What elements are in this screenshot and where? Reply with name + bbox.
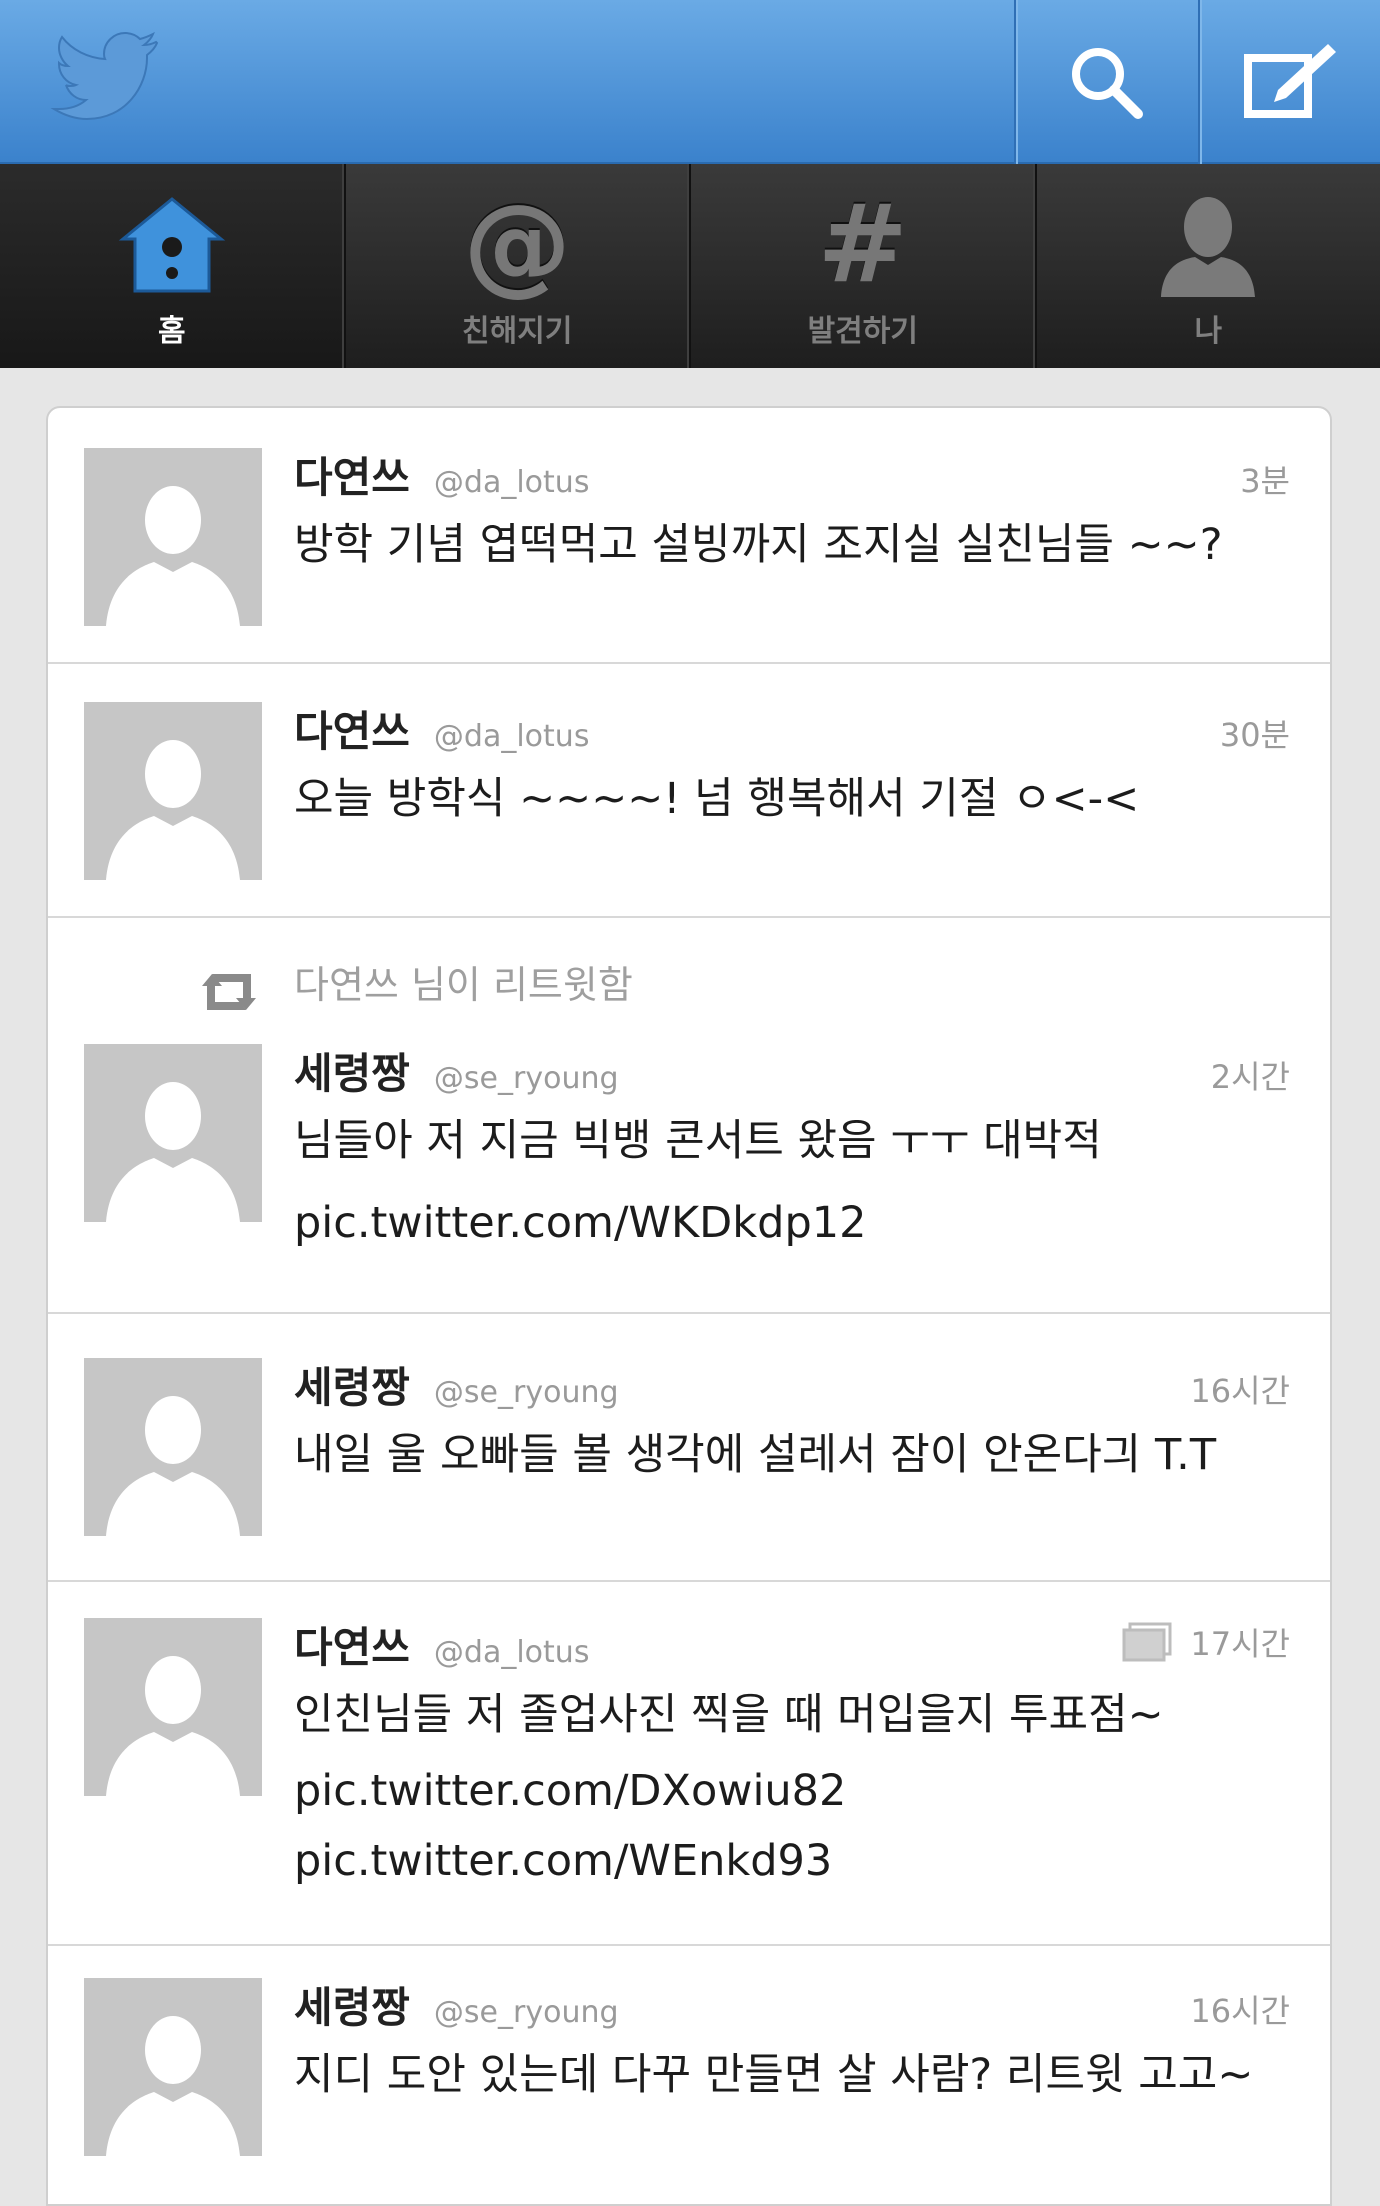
tweet[interactable]: 다연쓰 @da_lotus 17시간 인친님들 저 졸업사진 찍을 때 머입을지… [48,1582,1330,1946]
retweet-icon [198,968,260,1016]
tweet-time: 16시간 [1190,1366,1290,1412]
tweet[interactable]: 세령짱 @se_ryoung 16시간 지디 도안 있는데 다꾸 만들면 살 사… [48,1946,1330,2206]
tweet-author-handle[interactable]: @se_ryoung [434,1995,619,2030]
at-icon: @ [463,190,571,300]
tweet-time-wrap: 17시간 [1122,1619,1290,1665]
timeline: 다연쓰 @da_lotus 3분 방학 기념 엽떡먹고 설빙까지 조지실 실친님… [46,406,1332,2206]
tweet-author-name[interactable]: 다연쓰 [294,698,410,759]
tweet-text: 인친님들 저 졸업사진 찍을 때 머입을지 투표점~ [294,1674,1290,1756]
default-avatar-icon [84,1618,262,1796]
tweet-time: 17시간 [1190,1619,1290,1665]
tweet-retweeted[interactable]: 다연쓰 님이 리트윗함 세령짱 @se_ryoung 2시간 님들아 저 지금 … [48,918,1330,1314]
avatar[interactable] [84,448,262,626]
tab-me-label: 나 [1194,306,1222,350]
tweet-link[interactable]: pic.twitter.com/WEnkd93 [294,1826,1290,1896]
tweet-author-handle[interactable]: @se_ryoung [434,1061,619,1096]
avatar[interactable] [84,702,262,880]
tweet-author-name[interactable]: 세령짱 [294,1354,410,1415]
tweet-author-handle[interactable]: @da_lotus [434,465,590,500]
tweet-author-handle[interactable]: @da_lotus [434,1635,590,1670]
tweet-author-name[interactable]: 다연쓰 [294,1614,410,1675]
tweet-time: 30분 [1220,710,1290,756]
tweet-text: 내일 울 오빠들 볼 생각에 설레서 잠이 안온다긔 T.T [294,1414,1290,1496]
search-button[interactable] [1014,0,1196,164]
tweet-text: 지디 도안 있는데 다꾸 만들면 살 사람? 리트윗 고고~ [294,2034,1290,2116]
tweet-author-handle[interactable]: @se_ryoung [434,1375,619,1410]
tweet-text: 님들아 저 지금 빅뱅 콘서트 왔음 ㅜㅜ 대박적 [294,1100,1290,1182]
tweet-author-handle[interactable]: @da_lotus [434,719,590,754]
top-bar [0,0,1380,164]
tab-discover[interactable]: # 발견하기 [691,164,1037,368]
default-avatar-icon [84,702,262,880]
tweet-text: 방학 기념 엽떡먹고 설빙까지 조지실 실친님들 ~~? [294,504,1290,586]
compose-icon [1242,40,1338,124]
avatar[interactable] [84,1618,262,1796]
tab-home[interactable]: 홈 [0,164,346,368]
media-icon [1122,1622,1174,1662]
tweet[interactable]: 세령짱 @se_ryoung 16시간 내일 울 오빠들 볼 생각에 설레서 잠… [48,1314,1330,1582]
default-avatar-icon [84,448,262,626]
twitter-bird-icon[interactable] [44,28,164,128]
tweet[interactable]: 다연쓰 @da_lotus 30분 오늘 방학식 ~~~~! 넘 행복해서 기절… [48,664,1330,918]
tweet-link[interactable]: pic.twitter.com/WKDkdp12 [294,1182,1290,1264]
tab-discover-label: 발견하기 [808,306,918,350]
compose-button[interactable] [1198,0,1380,164]
tweet-time: 3분 [1240,456,1290,502]
hashtag-icon: # [818,190,909,300]
avatar[interactable] [84,1044,262,1222]
tweet[interactable]: 다연쓰 @da_lotus 3분 방학 기념 엽떡먹고 설빙까지 조지실 실친님… [48,408,1330,664]
tweet-text: 오늘 방학식 ~~~~! 넘 행복해서 기절 ㅇ<-< [294,758,1290,840]
tab-connect-label: 친해지기 [462,306,572,350]
tweet-author-name[interactable]: 세령짱 [294,1040,410,1101]
avatar[interactable] [84,1978,262,2156]
tab-me[interactable]: 나 [1037,164,1380,368]
home-icon [117,195,227,295]
tweet-author-name[interactable]: 세령짱 [294,1974,410,2035]
tweet-time: 16시간 [1190,1986,1290,2032]
default-avatar-icon [84,1358,262,1536]
tab-bar: 홈 @ 친해지기 # 발견하기 나 [0,164,1380,368]
tweet-link[interactable]: pic.twitter.com/DXowiu82 [294,1756,1290,1826]
profile-icon [1153,193,1263,297]
tweet-time: 2시간 [1211,1052,1290,1098]
tab-home-label: 홈 [158,306,186,350]
tweet-author-name[interactable]: 다연쓰 [294,444,410,505]
default-avatar-icon [84,1978,262,2156]
tab-connect[interactable]: @ 친해지기 [346,164,692,368]
retweet-notice: 다연쓰 님이 리트윗함 [294,954,633,1009]
search-icon [1066,42,1146,122]
avatar[interactable] [84,1358,262,1536]
default-avatar-icon [84,1044,262,1222]
